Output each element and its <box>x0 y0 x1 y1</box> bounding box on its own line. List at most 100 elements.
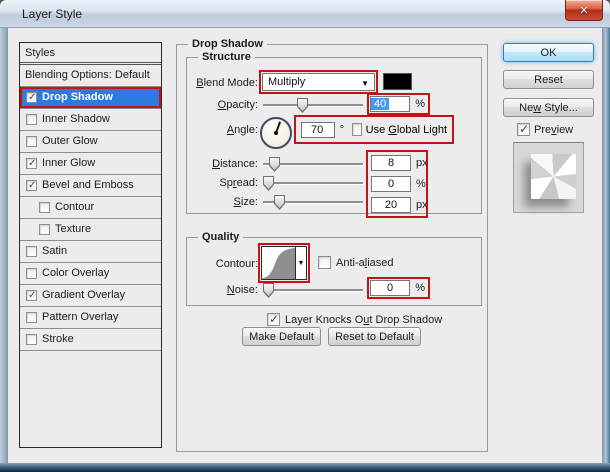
layer-knocks-out-checkbox[interactable] <box>267 312 280 326</box>
opacity-unit: % <box>415 98 425 110</box>
contour-checkbox[interactable] <box>39 202 50 213</box>
noise-slider-thumb[interactable] <box>263 283 274 298</box>
blend-mode-dropdown[interactable]: Multiply ▼ <box>262 73 375 91</box>
noise-slider-track[interactable] <box>263 289 363 291</box>
distance-value: 8 <box>387 157 395 169</box>
sidebar-item-outer-glow[interactable]: Outer Glow <box>20 131 161 153</box>
spread-slider-track[interactable] <box>263 182 363 184</box>
sidebar-item-satin[interactable]: Satin <box>20 241 161 263</box>
opacity-slider-thumb[interactable] <box>297 98 308 113</box>
inner-shadow-checkbox[interactable] <box>26 114 37 125</box>
gradient-overlay-checkbox[interactable] <box>26 290 37 301</box>
sidebar-item-bevel-emboss[interactable]: Bevel and Emboss <box>20 175 161 197</box>
sidebar-item-label: Contour <box>55 201 95 213</box>
titlebar[interactable]: Layer Style ✕ <box>0 0 610 28</box>
sidebar-item-label: Gradient Overlay <box>42 289 126 301</box>
sidebar-item-inner-shadow[interactable]: Inner Shadow <box>20 109 161 131</box>
reset-button[interactable]: Reset <box>503 70 594 89</box>
distance-input[interactable]: 8 <box>371 155 411 171</box>
ok-button[interactable]: OK <box>503 43 594 62</box>
sidebar-item-inner-glow[interactable]: Inner Glow <box>20 153 161 175</box>
annotation-box-opacity: 40 % <box>367 93 430 115</box>
close-icon: ✕ <box>579 4 589 17</box>
angle-input[interactable]: 70 <box>301 121 335 138</box>
make-default-button[interactable]: Make Default <box>242 327 321 346</box>
structure-title: Structure <box>198 51 255 63</box>
opacity-slider-track[interactable] <box>263 104 363 106</box>
sidebar-item-label: Stroke <box>42 333 74 345</box>
styles-list: Styles Blending Options: Default Drop Sh… <box>19 42 162 448</box>
sidebar-item-label: Inner Glow <box>42 157 96 169</box>
panel-title: Drop Shadow <box>188 38 267 50</box>
size-slider-thumb[interactable] <box>274 195 285 210</box>
size-label: Size: <box>233 196 258 208</box>
blend-mode-value: Multiply <box>268 76 306 88</box>
styles-header: Styles <box>20 43 161 65</box>
layer-style-dialog: Layer Style ✕ Styles Blending Options: D… <box>0 0 610 472</box>
color-overlay-checkbox[interactable] <box>26 268 37 279</box>
angle-value: 70 <box>311 123 324 136</box>
sidebar-item-blending-options[interactable]: Blending Options: Default <box>20 65 161 87</box>
opacity-label: Opacity: <box>217 99 258 111</box>
distance-slider-thumb[interactable] <box>269 157 280 172</box>
annotation-box-contour: ▼ <box>258 243 310 283</box>
spread-input[interactable]: 0 <box>371 176 411 192</box>
bevel-emboss-checkbox[interactable] <box>26 180 37 191</box>
close-button[interactable]: ✕ <box>565 0 603 21</box>
anti-aliased-label: Anti-aliased <box>336 257 394 269</box>
sidebar-item-texture[interactable]: Texture <box>20 219 161 241</box>
blend-mode-label: Blend Mode: <box>196 77 258 89</box>
window-frame-bottom <box>0 463 610 472</box>
pattern-overlay-checkbox[interactable] <box>26 312 37 323</box>
sidebar-item-label: Color Overlay <box>42 267 110 279</box>
use-global-light-checkbox[interactable] <box>352 123 362 136</box>
preview-checkbox[interactable] <box>517 122 530 136</box>
opacity-input[interactable]: 40 <box>370 96 411 112</box>
anti-aliased-checkbox[interactable] <box>318 256 331 269</box>
sidebar-item-contour[interactable]: Contour <box>20 197 161 219</box>
style-preview-thumbnail <box>513 142 584 213</box>
quality-title: Quality <box>198 231 244 243</box>
satin-checkbox[interactable] <box>26 246 37 257</box>
reset-to-default-button[interactable]: Reset to Default <box>328 327 421 346</box>
window-frame-left <box>0 28 8 472</box>
sidebar-item-stroke[interactable]: Stroke <box>20 329 161 351</box>
chevron-down-icon: ▼ <box>361 79 369 88</box>
sidebar-item-label: Satin <box>42 245 68 257</box>
noise-input[interactable]: 0 <box>370 280 411 296</box>
noise-value: 0 <box>387 282 394 294</box>
inner-glow-checkbox[interactable] <box>26 158 37 169</box>
window-title: Layer Style <box>22 7 83 21</box>
sidebar-item-label: Outer Glow <box>42 135 98 147</box>
noise-label: Noise: <box>226 284 258 296</box>
drop-shadow-checkbox[interactable] <box>26 92 37 103</box>
distance-unit: px <box>416 157 428 169</box>
size-value: 20 <box>384 199 398 211</box>
opacity-value: 40 <box>371 98 390 110</box>
contour-label: Contour: <box>215 258 258 270</box>
contour-curve-icon <box>262 248 295 279</box>
spread-slider-thumb[interactable] <box>263 176 274 191</box>
size-unit: px <box>416 199 428 211</box>
sidebar-item-gradient-overlay[interactable]: Gradient Overlay <box>20 285 161 307</box>
size-input[interactable]: 20 <box>371 197 411 213</box>
layer-knocks-out-label: Layer Knocks Out Drop Shadow <box>285 314 443 326</box>
contour-picker[interactable]: ▼ <box>261 246 307 280</box>
spread-value: 0 <box>387 178 395 190</box>
new-style-button[interactable]: New Style... <box>503 98 594 117</box>
sidebar-item-label: Pattern Overlay <box>42 311 119 323</box>
sidebar-item-label: Bevel and Emboss <box>42 179 134 191</box>
preview-label: Preview <box>534 124 574 136</box>
use-global-light-label: Use Global Light <box>365 123 447 136</box>
sidebar-item-pattern-overlay[interactable]: Pattern Overlay <box>20 307 161 329</box>
texture-checkbox[interactable] <box>39 224 50 235</box>
angle-label: Angle: <box>226 124 258 136</box>
outer-glow-checkbox[interactable] <box>26 136 37 147</box>
annotation-box-blend-mode: Multiply ▼ <box>259 70 378 94</box>
annotation-box-angle: 70 ° Use Global Light <box>294 115 454 144</box>
shadow-color-swatch[interactable] <box>383 73 412 90</box>
sidebar-item-drop-shadow[interactable]: Drop Shadow <box>20 87 161 109</box>
angle-dial[interactable] <box>260 117 292 149</box>
stroke-checkbox[interactable] <box>26 334 37 345</box>
sidebar-item-color-overlay[interactable]: Color Overlay <box>20 263 161 285</box>
